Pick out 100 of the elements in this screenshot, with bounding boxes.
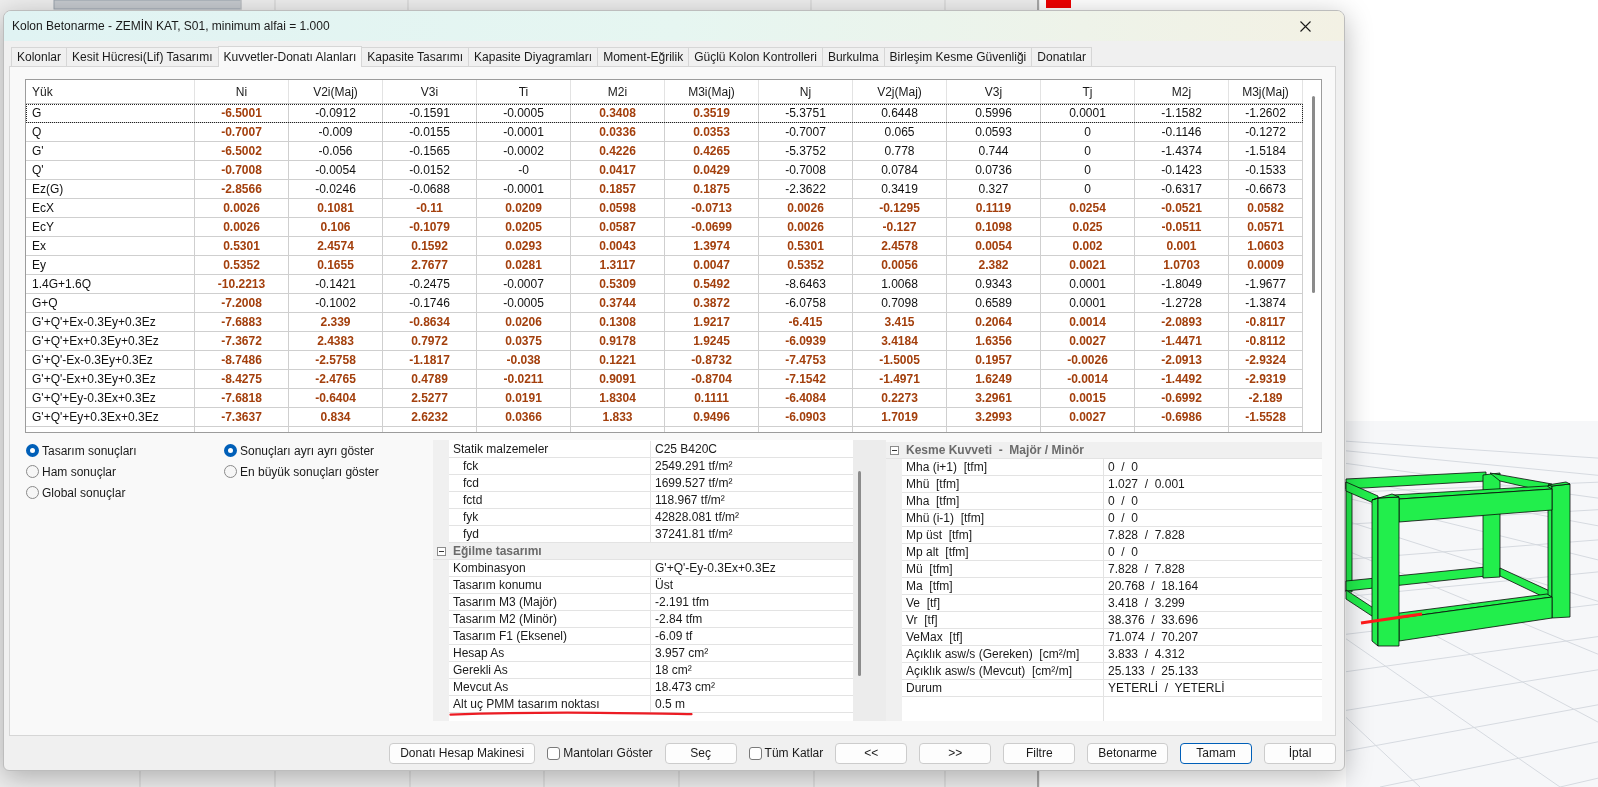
table-cell: -0.0511 <box>1135 218 1229 237</box>
table-cell: -1.5528 <box>1229 408 1303 427</box>
table-cell: -8.4275 <box>195 370 289 389</box>
table-cell: -8.6463 <box>759 275 853 294</box>
category-label: Kesme Kuvveti - Majör / Minör <box>905 442 1085 458</box>
property-value: 0 / 0 <box>1104 544 1322 561</box>
property-value: 7.828 / 7.828 <box>1104 561 1322 578</box>
tab[interactable]: Birleşim Kesme Güvenliği <box>883 47 1033 66</box>
property-label: Mü [tfm] <box>902 561 1104 578</box>
table-cell: -0 <box>477 161 571 180</box>
checkbox-option[interactable]: Tüm Katlar <box>748 742 824 764</box>
column-header: M3j(Maj) <box>1229 80 1303 103</box>
checkbox-option[interactable]: Mantoları Göster <box>547 742 653 764</box>
table-cell: 0.5301 <box>195 237 289 256</box>
property-label: Gerekli As <box>449 662 651 679</box>
table-cell: G' <box>26 142 195 161</box>
table-cell: 0.065 <box>853 123 947 142</box>
table-cell: 0.0056 <box>853 256 947 275</box>
table-cell: 1.3974 <box>665 237 759 256</box>
scrollbar-thumb[interactable] <box>858 471 861 676</box>
table-cell: 1.7019 <box>853 408 947 427</box>
tab[interactable]: Güçlü Kolon Kontrolleri <box>688 47 823 66</box>
table-cell: -0.6673 <box>1229 180 1303 199</box>
table-cell: 0.834 <box>289 408 383 427</box>
table-cell: -0.0155 <box>383 123 477 142</box>
tab[interactable]: Kapasite Tasarımı <box>361 47 470 66</box>
table-cell: -1.3874 <box>1229 294 1303 313</box>
dialog-button[interactable]: İptal <box>1264 742 1336 764</box>
collapse-icon[interactable] <box>436 546 446 556</box>
column-header: Yük <box>26 80 195 103</box>
tab[interactable]: Moment-Eğrilik <box>597 47 690 66</box>
dialog-button[interactable]: << <box>835 742 908 764</box>
property-label: Hesap As <box>449 645 651 662</box>
tab[interactable]: Kapasite Diyagramları <box>468 47 599 66</box>
table-cell: 0.4226 <box>571 142 665 161</box>
table-cell: -1.2602 <box>1229 104 1303 123</box>
table-cell: -6.5002 <box>195 142 289 161</box>
table-cell: 0.0205 <box>477 218 571 237</box>
table-cell: 0.3408 <box>571 104 665 123</box>
tab[interactable]: Kolonlar <box>11 47 68 66</box>
table-cell: 3.4184 <box>853 332 947 351</box>
table-cell: 0.0001 <box>1041 275 1135 294</box>
table-cell: 0.327 <box>947 180 1041 199</box>
table-cell: -0.0007 <box>477 275 571 294</box>
property-value: 118.967 tf/m² <box>651 492 853 509</box>
dialog-button[interactable]: Donatı Hesap Makinesi <box>389 742 536 764</box>
table-cell: 0.4265 <box>665 142 759 161</box>
property-label: fyk <box>449 509 651 526</box>
table-cell: -5.3752 <box>759 142 853 161</box>
table-cell: 1.9217 <box>665 313 759 332</box>
property-value: C25 B420C <box>651 441 853 458</box>
property-label: VeMax [tf] <box>902 629 1104 646</box>
collapse-icon[interactable] <box>889 445 899 455</box>
table-cell: -0.1746 <box>383 294 477 313</box>
table-cell: -1.1817 <box>383 351 477 370</box>
table-cell: 0.0281 <box>477 256 571 275</box>
table-cell: -0.056 <box>289 142 383 161</box>
table-cell: -6.4084 <box>759 389 853 408</box>
table-cell: -0.1591 <box>383 104 477 123</box>
table-cell: -1.5184 <box>1229 142 1303 161</box>
dialog-button[interactable]: Betonarme <box>1087 742 1168 764</box>
tab[interactable]: Kuvvetler-Donatı Alanları <box>217 46 363 67</box>
table-cell: 0.0336 <box>571 123 665 142</box>
table-cell: -1.2728 <box>1135 294 1229 313</box>
table-cell: G <box>26 104 195 123</box>
table-cell: -7.3637 <box>195 408 289 427</box>
radio-button[interactable]: Ham sonuçlar <box>26 461 224 482</box>
table-cell: 0.0366 <box>477 408 571 427</box>
table-cell: 0.0043 <box>571 237 665 256</box>
table-cell: 0.1098 <box>947 218 1041 237</box>
dialog-button[interactable]: >> <box>919 742 992 764</box>
radio-button[interactable]: Sonuçları ayrı ayrı göster <box>224 440 379 461</box>
tab[interactable]: Kesit Hücresi(Lif) Tasarımı <box>66 47 219 66</box>
table-cell: 0.0353 <box>665 123 759 142</box>
table-cell: -0.1079 <box>383 218 477 237</box>
dialog-button[interactable]: Seç <box>664 742 737 764</box>
property-label: Mha (i+1) [tfm] <box>902 459 1104 476</box>
table-cell: 0.0429 <box>665 161 759 180</box>
table-cell: 0.0047 <box>665 256 759 275</box>
table-cell: 0.0054 <box>947 237 1041 256</box>
dialog-button[interactable]: Tamam <box>1180 742 1252 764</box>
table-cell: 0.1655 <box>289 256 383 275</box>
radio-button[interactable]: En büyük sonuçları göster <box>224 461 379 482</box>
property-value: 25.133 / 25.133 <box>1104 663 1322 680</box>
table-cell: 0.0014 <box>1041 313 1135 332</box>
table-cell: 3.2993 <box>947 408 1041 427</box>
table-cell: -0.0912 <box>289 104 383 123</box>
column-header: Nj <box>759 80 853 103</box>
tab[interactable]: Donatılar <box>1031 47 1092 66</box>
table-cell: -0.009 <box>289 123 383 142</box>
table-cell: 0.1592 <box>383 237 477 256</box>
scrollbar-thumb[interactable] <box>1312 96 1315 293</box>
property-value: Üst <box>651 577 853 594</box>
radio-button[interactable]: Tasarım sonuçları <box>26 440 224 461</box>
property-value: 71.074 / 70.207 <box>1104 629 1322 646</box>
table-cell: 0.1119 <box>947 199 1041 218</box>
dialog-button[interactable]: Filtre <box>1003 742 1076 764</box>
radio-button[interactable]: Global sonuçlar <box>26 482 224 503</box>
selected-row[interactable]: G -6.5001 -0.0912 -0.1591 -0.0005 0.3408 0.3519 -5.3751 0.6448 0.5996 0.0001 -1.1582 -1.2602 <box>26 104 1303 123</box>
table-cell: -0.0002 <box>477 142 571 161</box>
